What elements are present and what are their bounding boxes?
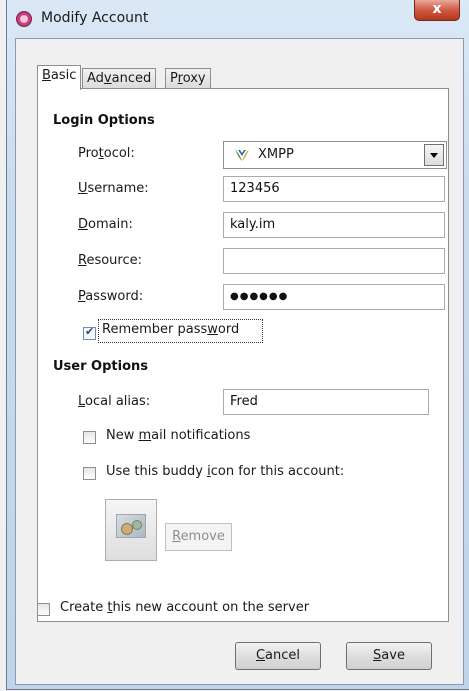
basic-panel: Login Options Protocol: XMPP Username: 1… (37, 88, 449, 622)
buddy-icon-label[interactable]: Use this buddy icon for this account: (106, 464, 344, 479)
remember-label-mnemonic: w (207, 322, 218, 337)
tab-proxy-label-post: oxy (182, 71, 206, 86)
buddy-icon-label-pre: Use this buddy (106, 464, 208, 479)
username-label: Username: (78, 181, 149, 196)
new-mail-checkbox[interactable] (83, 431, 96, 444)
remember-label-post: ord (217, 322, 240, 337)
remember-password-checkbox[interactable] (83, 325, 96, 340)
remove-button[interactable]: Remove (165, 523, 232, 551)
buddy-icon-button[interactable] (105, 499, 157, 561)
create-account-label[interactable]: Create this new account on the server (60, 600, 309, 615)
tab-basic-label-post: asic (50, 68, 77, 83)
create-account-checkbox[interactable] (37, 603, 50, 616)
dialog-body: Basic Advanced Proxy Login Options Proto… (15, 38, 464, 685)
username-input[interactable]: 123456 (223, 176, 445, 202)
buddy-icon-checkbox[interactable] (83, 467, 96, 480)
tab-advanced-label-post: anced (111, 71, 152, 86)
local-alias-label-mnemonic: L (78, 394, 86, 409)
protocol-value: XMPP (258, 147, 294, 162)
protocol-dropdown[interactable]: XMPP (223, 141, 447, 169)
new-mail-label-mnemonic: m (138, 428, 152, 443)
password-input[interactable]: ●●●●●● (223, 284, 445, 310)
title-bar: Modify Account x (7, 0, 469, 38)
local-alias-input[interactable]: Fred (223, 389, 429, 415)
username-label-post: sername: (87, 181, 149, 196)
buddy-picture-icon (116, 514, 146, 538)
login-options-title: Login Options (53, 113, 155, 128)
save-button[interactable]: Save (346, 642, 432, 670)
protocol-label: Protocol: (78, 146, 135, 161)
tab-basic[interactable]: Basic (37, 65, 82, 90)
user-options-title: User Options (53, 359, 148, 374)
cancel-label-mnemonic: C (255, 648, 266, 663)
create-account-label-post: his new account on the server (112, 600, 310, 615)
buddy-icon-label-post: con for this account: (210, 464, 345, 479)
resource-label-post: esource: (86, 253, 143, 268)
modify-account-window: Modify Account x Basic Advanced Proxy Lo… (6, 0, 469, 690)
domain-input[interactable]: kaly.im (223, 212, 445, 238)
pidgin-app-icon (16, 11, 32, 27)
resource-label: Resource: (78, 253, 142, 268)
remember-label-pre: Remember pass (102, 322, 208, 337)
protocol-label-post: ocol: (103, 146, 135, 161)
cancel-label-post: ancel (265, 648, 301, 663)
new-mail-label-pre: New (106, 428, 139, 443)
username-label-mnemonic: U (78, 181, 88, 196)
xmpp-icon (235, 149, 249, 161)
tab-advanced-label-pre: Ad (87, 71, 104, 86)
tab-advanced[interactable]: Advanced (82, 68, 157, 89)
tab-proxy-label-pre: P (170, 71, 178, 86)
save-label-post: ave (381, 648, 405, 663)
domain-label: Domain: (78, 217, 133, 232)
tab-proxy[interactable]: Proxy (165, 68, 211, 89)
new-mail-label[interactable]: New mail notifications (106, 428, 250, 443)
cancel-button[interactable]: Cancel (235, 642, 321, 670)
create-account-label-pre: Create (60, 600, 108, 615)
window-title: Modify Account (41, 10, 149, 26)
password-label: Password: (78, 289, 143, 304)
domain-label-post: omain: (88, 217, 133, 232)
remove-label-mnemonic: R (172, 529, 181, 544)
tab-basic-mnemonic: B (42, 68, 51, 83)
local-alias-label-post: ocal alias: (85, 394, 151, 409)
remove-label-post: emove (180, 529, 225, 544)
protocol-label-pre: Pro (78, 146, 99, 161)
local-alias-label: Local alias: (78, 394, 150, 409)
chevron-down-icon[interactable] (424, 144, 444, 166)
domain-label-mnemonic: D (78, 217, 89, 232)
password-label-post: assword: (85, 289, 144, 304)
remember-password-label[interactable]: Remember password (102, 322, 239, 337)
new-mail-label-post: ail notifications (151, 428, 251, 443)
tab-advanced-mnemonic: v (103, 71, 112, 86)
close-button[interactable]: x (414, 0, 460, 21)
resource-input[interactable] (223, 248, 445, 274)
